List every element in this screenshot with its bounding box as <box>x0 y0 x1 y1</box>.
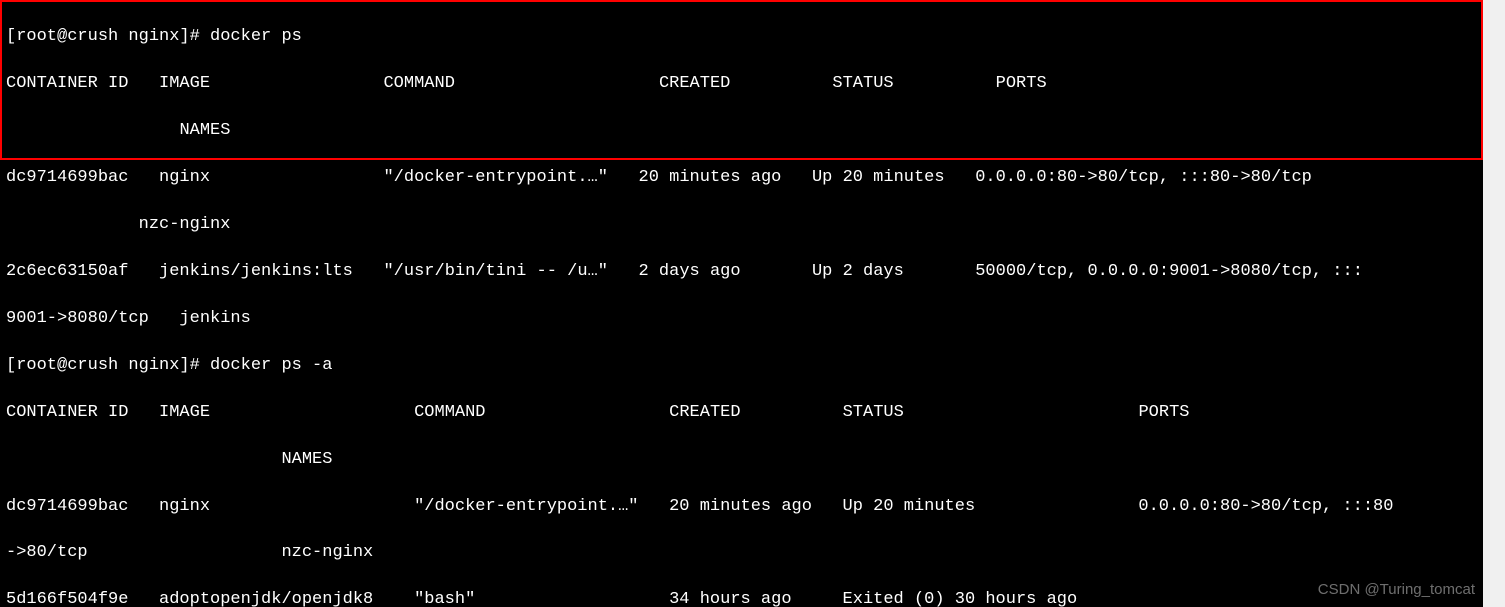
ps2-row-0: dc9714699bac nginx "/docker-entrypoint.…… <box>6 495 1499 518</box>
ps2-row-1: 5d166f504f9e adoptopenjdk/openjdk8 "bash… <box>6 588 1499 607</box>
header-names-2: NAMES <box>6 448 1499 471</box>
col-status: STATUS <box>832 74 893 93</box>
header-names-1: NAMES <box>6 119 1499 142</box>
col-ports: PORTS <box>996 74 1047 93</box>
col-command: COMMAND <box>383 74 454 93</box>
ps1-row-1-name: 9001->8080/tcp jenkins <box>6 307 1499 330</box>
ps2-row-0b: ->80/tcp nzc-nginx <box>6 541 1499 564</box>
terminal[interactable]: [root@crush nginx]# docker ps CONTAINER … <box>0 0 1505 607</box>
prompt-docker-ps-a: [root@crush nginx]# docker ps -a <box>6 354 1499 377</box>
col-image: IMAGE <box>159 74 210 93</box>
col-names: NAMES <box>179 121 230 140</box>
scrollbar-gutter[interactable] <box>1483 0 1505 607</box>
header-row-2: CONTAINER ID IMAGE COMMAND CREATED STATU… <box>6 401 1499 424</box>
ps1-row-0-name: nzc-nginx <box>6 213 1499 236</box>
header-row-1: CONTAINER ID IMAGE COMMAND CREATED STATU… <box>6 72 1499 95</box>
ps1-row-1: 2c6ec63150af jenkins/jenkins:lts "/usr/b… <box>6 260 1499 283</box>
prompt-docker-ps: [root@crush nginx]# docker ps <box>6 25 1499 48</box>
col-container-id: CONTAINER ID <box>6 74 128 93</box>
col-created: CREATED <box>659 74 730 93</box>
watermark: CSDN @Turing_tomcat <box>1318 580 1475 601</box>
ps1-row-0: dc9714699bac nginx "/docker-entrypoint.…… <box>6 166 1499 189</box>
